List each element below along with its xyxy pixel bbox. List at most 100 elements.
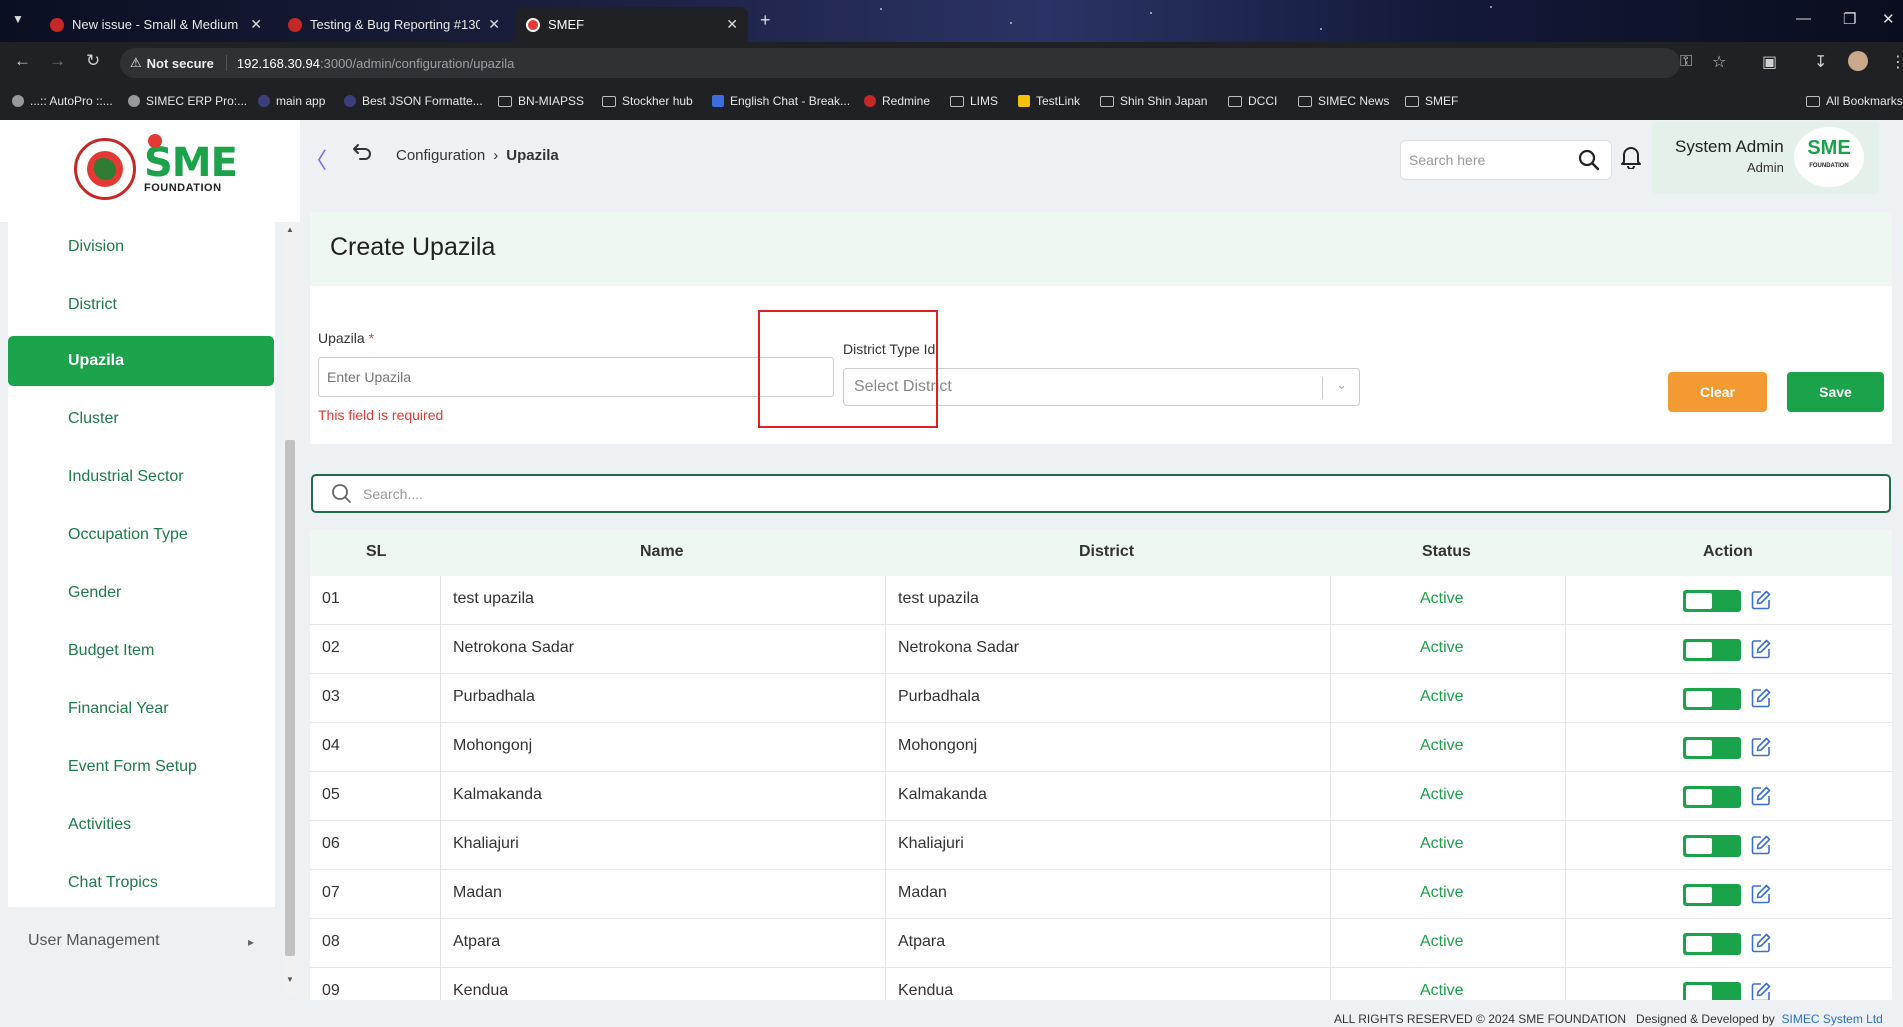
edit-icon[interactable] — [1750, 785, 1772, 807]
clear-button[interactable]: Clear — [1668, 372, 1767, 412]
more-menu-icon[interactable]: ⋮ — [1890, 52, 1903, 72]
save-button[interactable]: Save — [1787, 372, 1884, 412]
bookmark-folder[interactable]: LIMS — [950, 94, 998, 108]
search-icon[interactable] — [1577, 148, 1601, 175]
download-icon[interactable]: ↧ — [1814, 52, 1827, 72]
back-arrow-icon[interactable]: ← — [14, 51, 31, 71]
new-tab-icon[interactable]: + — [760, 10, 771, 31]
app-icon — [712, 95, 724, 107]
bookmark-folder[interactable]: DCCI — [1228, 94, 1277, 108]
status-badge: Active — [1420, 737, 1464, 754]
sidebar-item-division[interactable]: Division — [8, 222, 274, 272]
bookmark-folder[interactable]: BN-MIAPSS — [498, 94, 584, 108]
sidebar-item-financial-year[interactable]: Financial Year — [8, 684, 274, 734]
bookmark-item[interactable]: Redmine — [864, 94, 930, 108]
url-input[interactable]: ⚠ Not secure 192.168.30.94 :3000/admin/c… — [120, 48, 1680, 78]
bookmark-item[interactable]: SIMEC ERP Pro:... — [128, 94, 247, 108]
scroll-down-icon[interactable]: ▼ — [286, 975, 294, 984]
sidebar-item-cluster[interactable]: Cluster — [8, 394, 274, 444]
notification-bell-icon[interactable] — [1620, 145, 1642, 174]
status-toggle[interactable] — [1683, 737, 1741, 759]
tab-search-chevron-icon[interactable]: ▼ — [12, 12, 24, 26]
sidebar-item-district[interactable]: District — [8, 280, 274, 330]
password-key-icon[interactable]: ⚿ — [1680, 53, 1692, 71]
header-search-input[interactable]: Search here — [1400, 140, 1612, 180]
status-badge: Active — [1420, 835, 1464, 852]
close-window-icon[interactable]: ✕ — [1882, 10, 1895, 28]
sidebar-item-industrial-sector[interactable]: Industrial Sector — [8, 452, 274, 502]
minimize-icon[interactable]: — — [1796, 10, 1811, 27]
edit-icon[interactable] — [1750, 834, 1772, 856]
sidebar-item-upazila[interactable]: Upazila — [8, 336, 274, 386]
wallpaper-star — [1320, 28, 1322, 30]
wallpaper-star — [880, 8, 882, 10]
not-secure-badge[interactable]: ⚠ Not secure — [130, 55, 227, 71]
close-tab-icon[interactable]: ✕ — [726, 16, 738, 33]
collapse-sidebar-icon[interactable]: 〈 — [305, 143, 327, 175]
all-bookmarks[interactable]: All Bookmarks — [1806, 94, 1903, 108]
profile-avatar-icon[interactable] — [1848, 51, 1868, 71]
edit-icon[interactable] — [1750, 883, 1772, 905]
status-toggle[interactable] — [1683, 786, 1741, 808]
edit-icon[interactable] — [1750, 932, 1772, 954]
cell-name: Kendua — [453, 982, 509, 999]
undo-back-icon[interactable] — [352, 143, 372, 167]
avatar[interactable]: SME FOUNDATION — [1794, 127, 1864, 187]
status-toggle[interactable] — [1683, 835, 1741, 857]
bookmark-folder[interactable]: Stockher hub — [602, 94, 693, 108]
edit-icon[interactable] — [1750, 589, 1772, 611]
bookmark-folder[interactable]: SMEF — [1405, 94, 1458, 108]
edit-icon[interactable] — [1750, 687, 1772, 709]
sidebar-item-gender[interactable]: Gender — [8, 568, 274, 618]
chevron-right-icon[interactable]: ▸ — [248, 935, 254, 949]
brand-logo[interactable]: SME FOUNDATION — [74, 134, 238, 200]
sidebar-item-occupation-type[interactable]: Occupation Type — [8, 510, 274, 560]
status-toggle[interactable] — [1683, 639, 1741, 661]
globe-icon — [128, 95, 140, 107]
user-profile-card[interactable]: System Admin Admin SME FOUNDATION — [1652, 122, 1879, 194]
browser-tab-active[interactable]: SMEF ✕ — [516, 7, 748, 42]
edit-icon[interactable] — [1750, 736, 1772, 758]
cell-sl: 05 — [322, 786, 340, 803]
bookmark-folder[interactable]: Shin Shin Japan — [1100, 94, 1207, 108]
sidebar-item-event-form-setup[interactable]: Event Form Setup — [8, 742, 274, 792]
breadcrumb-configuration[interactable]: Configuration — [396, 147, 485, 164]
restore-icon[interactable]: ❐ — [1843, 10, 1856, 28]
status-toggle[interactable] — [1683, 590, 1741, 612]
cell-name: Atpara — [453, 933, 501, 950]
status-toggle[interactable] — [1683, 688, 1741, 710]
sidebar-scrollbar-thumb[interactable] — [285, 440, 295, 956]
footer-company-link[interactable]: SIMEC System Ltd — [1781, 1012, 1882, 1026]
extensions-icon[interactable]: ▣ — [1762, 52, 1777, 72]
avatar-logo-text: SME — [1807, 137, 1851, 159]
bookmark-item[interactable]: main app — [258, 94, 325, 108]
bookmark-item[interactable]: Best JSON Formatte... — [344, 94, 483, 108]
status-badge: Active — [1420, 884, 1464, 901]
bookmark-label: English Chat - Break... — [730, 94, 851, 108]
chevron-down-icon[interactable]: ⌄ — [1336, 377, 1347, 393]
bookmark-item[interactable]: ...:: AutoPro ::... — [12, 94, 113, 108]
browser-tab[interactable]: New issue - Small & Medium Er ✕ — [40, 7, 272, 42]
upazila-input[interactable] — [318, 357, 834, 397]
close-tab-icon[interactable]: ✕ — [488, 16, 500, 33]
sidebar-item-activities[interactable]: Activities — [8, 800, 274, 850]
annotation-highlight-box — [758, 310, 938, 428]
bookmark-item[interactable]: English Chat - Break... — [712, 94, 850, 108]
bookmark-item[interactable]: TestLink — [1018, 94, 1080, 108]
status-toggle[interactable] — [1683, 884, 1741, 906]
cell-sl: 06 — [322, 835, 340, 852]
edit-icon[interactable] — [1750, 638, 1772, 660]
sidebar-item-budget-item[interactable]: Budget Item — [8, 626, 274, 676]
browser-tab[interactable]: Testing & Bug Reporting #1306 ✕ — [278, 7, 510, 42]
tab-favicon-icon — [50, 17, 64, 32]
status-toggle[interactable] — [1683, 933, 1741, 955]
scroll-up-icon[interactable]: ▲ — [286, 225, 294, 234]
bookmark-star-icon[interactable]: ☆ — [1712, 52, 1726, 72]
close-tab-icon[interactable]: ✕ — [250, 16, 262, 33]
sidebar-item-chat-tropics[interactable]: Chat Tropics — [8, 858, 274, 908]
forward-arrow-icon[interactable]: → — [49, 51, 66, 71]
bookmark-folder[interactable]: SIMEC News — [1298, 94, 1389, 108]
reload-icon[interactable]: ↻ — [86, 51, 100, 71]
list-search-input[interactable]: Search.... — [311, 474, 1891, 513]
sidebar-item-user-management[interactable]: User Management — [28, 932, 160, 950]
